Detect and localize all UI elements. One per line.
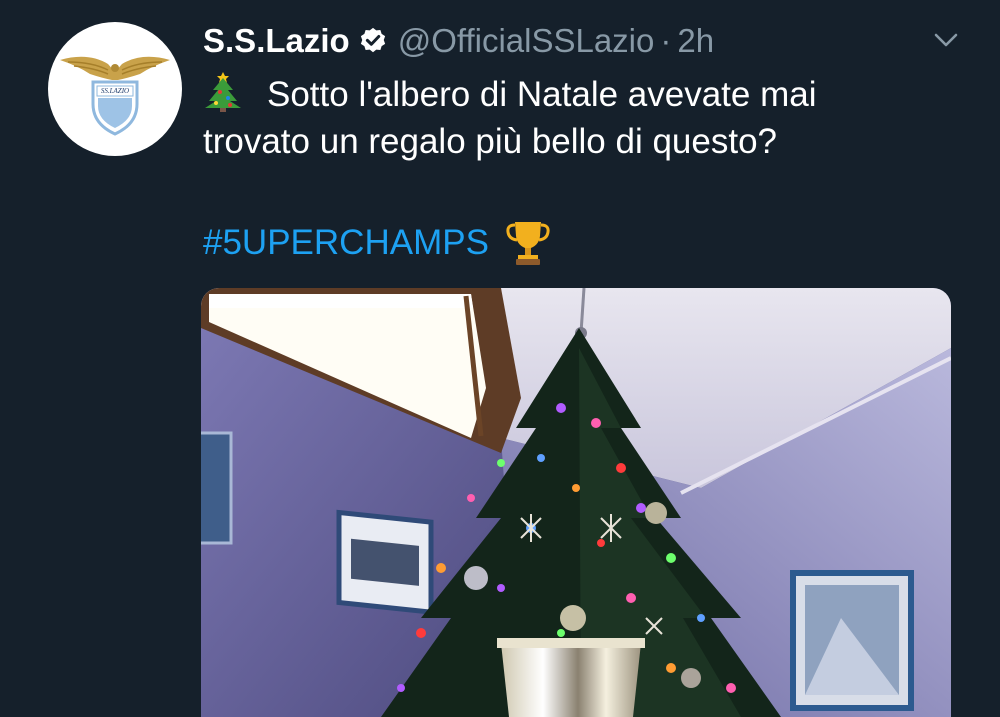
author-avatar[interactable]: SS.LAZIO	[48, 22, 182, 156]
tweet-text-line1: Sotto l'albero di Natale avevate mai	[267, 75, 817, 114]
crest-text: SS.LAZIO	[100, 87, 130, 95]
chevron-down-icon[interactable]	[932, 26, 960, 54]
tweet-text: Sotto l'albero di Natale avevate mai tro…	[203, 70, 943, 165]
christmas-tree-icon	[205, 72, 241, 112]
christmas-tree-photo	[201, 288, 951, 717]
tweet-media-photo[interactable]	[201, 288, 951, 717]
separator-dot: ·	[660, 22, 672, 59]
tweet-header: S.S.Lazio @OfficialSSLazio · 2h	[203, 20, 940, 62]
author-handle[interactable]: @OfficialSSLazio	[398, 22, 655, 60]
tweet-timestamp[interactable]: 2h	[677, 22, 714, 60]
verified-badge-icon	[360, 27, 385, 53]
trophy-icon	[506, 222, 550, 265]
hashtag-link[interactable]: #5UPERCHAMPS	[203, 219, 489, 266]
author-name[interactable]: S.S.Lazio	[203, 22, 350, 60]
hashtag-line: #5UPERCHAMPS	[203, 218, 551, 266]
tweet-text-line2: trovato un regalo più bello di questo?	[203, 122, 778, 161]
